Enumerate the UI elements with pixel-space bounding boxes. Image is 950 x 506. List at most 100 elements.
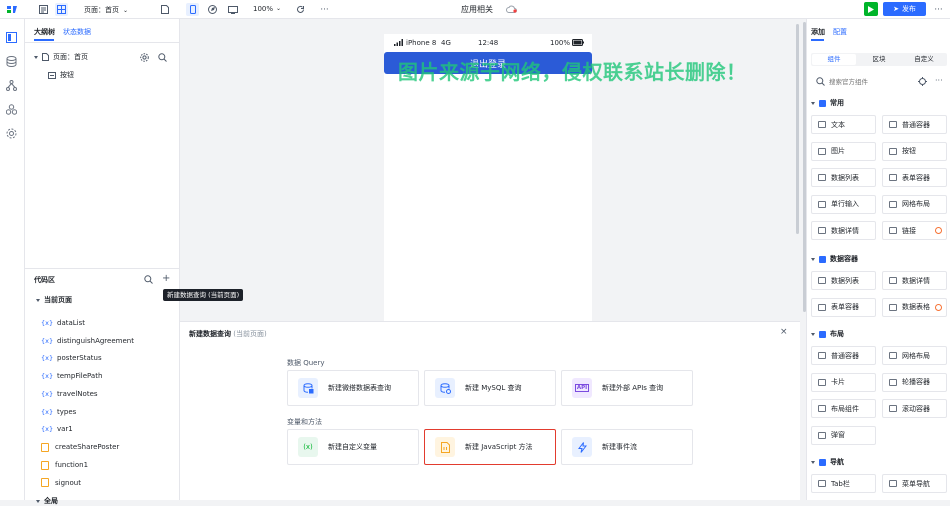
section-header[interactable]: 布局	[811, 329, 844, 339]
component-item[interactable]: 菜单导航	[882, 474, 947, 493]
layout-icon[interactable]	[55, 3, 68, 16]
component-label: 网格布局	[902, 351, 930, 360]
refresh-icon[interactable]	[294, 3, 307, 16]
segment-blocks[interactable]: 区块	[857, 54, 901, 65]
code-variable-item[interactable]: {x} distinguishAgreement	[41, 337, 134, 345]
component-item[interactable]: Tab栏	[811, 474, 876, 493]
code-function-item[interactable]: function1	[41, 460, 88, 470]
add-icon[interactable]: +	[162, 274, 170, 284]
new-custom-variable-card[interactable]: (x) 新建自定义变量	[287, 429, 419, 465]
outline-icon[interactable]	[37, 3, 50, 16]
component-item[interactable]: 数据列表	[811, 271, 876, 290]
tree-page-label: 页面：首页	[53, 53, 88, 61]
tree-item-page[interactable]: 页面：首页	[34, 52, 88, 62]
close-icon[interactable]: ×	[780, 327, 788, 337]
component-item[interactable]: 数据表格	[882, 297, 947, 317]
component-item[interactable]: 图片	[811, 141, 876, 161]
component-item[interactable]: 数据列表	[811, 168, 876, 187]
tab-outline-tree[interactable]: 大纲树	[34, 27, 55, 37]
component-item[interactable]: 数据详情	[882, 271, 947, 290]
more-options-icon[interactable]: ···	[932, 3, 945, 16]
variable-icon: {x}	[41, 319, 54, 327]
variable-icon: {x}	[41, 354, 54, 363]
new-event-flow-card[interactable]: 新建事件流	[561, 429, 693, 465]
flow-icon[interactable]	[6, 80, 19, 93]
chevron-down-icon: ⌄	[123, 6, 129, 14]
database-icon[interactable]	[6, 56, 19, 69]
divider	[25, 42, 180, 43]
global-group[interactable]: 全局	[36, 496, 58, 506]
api-icon: API	[572, 378, 592, 398]
component-label: 图片	[831, 147, 845, 155]
code-function-item[interactable]: createSharePoster	[41, 442, 119, 452]
file-icon[interactable]	[158, 3, 171, 16]
tree-item-button[interactable]: 按钮	[48, 70, 74, 80]
search-icon[interactable]	[158, 53, 167, 62]
component-search-input[interactable]	[829, 76, 914, 87]
canvas-scrollbar[interactable]	[796, 24, 799, 234]
more-icon[interactable]: ···	[318, 3, 331, 16]
segment-custom[interactable]: 自定义	[902, 54, 946, 65]
section-header[interactable]: 数据容器	[811, 254, 858, 264]
component-item[interactable]: 按钮	[882, 141, 947, 161]
code-item-label: types	[57, 407, 77, 416]
new-weda-table-query-card[interactable]: 新建微搭数据表查询	[287, 370, 419, 406]
section-header[interactable]: 导航	[811, 457, 844, 467]
code-variable-item[interactable]: {x} tempFilePath	[41, 372, 102, 380]
component-item[interactable]: 网格布局	[882, 346, 947, 365]
component-item[interactable]: 轮播容器	[882, 372, 947, 392]
component-item[interactable]: 普通容器	[811, 346, 876, 365]
code-variable-item[interactable]: {x} travelNotes	[41, 390, 98, 398]
code-variable-item[interactable]: {x} posterStatus	[41, 354, 102, 362]
preview-button[interactable]	[864, 2, 878, 16]
new-external-api-query-card[interactable]: API 新建外部 APIs 查询	[561, 370, 693, 406]
variable-icon: {x}	[41, 407, 54, 416]
component-item[interactable]: 布局组件	[811, 399, 876, 418]
page-selector[interactable]: 页面：首页 ⌄	[84, 5, 128, 15]
tab-add[interactable]: 添加	[811, 27, 825, 37]
code-item-label: distinguishAgreement	[57, 336, 134, 345]
zoom-selector[interactable]: 100% ⌄	[253, 5, 281, 13]
mobile-device-icon[interactable]	[186, 3, 199, 16]
right-panel-scrollbar[interactable]	[803, 22, 806, 312]
component-item[interactable]: 表单容器	[882, 168, 947, 187]
new-mysql-query-card[interactable]: 新建 MySQL 查询	[424, 370, 556, 406]
outline-icon[interactable]	[6, 32, 19, 45]
component-item[interactable]: 卡片	[811, 372, 876, 392]
code-item-label: signout	[55, 478, 81, 487]
component-icon	[818, 303, 826, 311]
code-variable-item[interactable]: {x} dataList	[41, 319, 85, 327]
segment-components[interactable]: 组件	[812, 54, 856, 65]
component-item[interactable]: 滚动容器	[882, 399, 947, 418]
code-variable-item[interactable]: {x} types	[41, 408, 76, 416]
component-item[interactable]: 弹窗	[811, 425, 876, 445]
settings-icon[interactable]	[140, 53, 149, 62]
component-label: 数据列表	[831, 276, 859, 285]
tablet-icon[interactable]	[226, 3, 239, 16]
more-icon[interactable]: ···	[935, 76, 943, 85]
settings-icon[interactable]	[6, 128, 19, 141]
component-item[interactable]: 文本	[811, 115, 876, 134]
compass-icon[interactable]	[206, 3, 219, 16]
component-item[interactable]: 普通容器	[882, 115, 947, 134]
target-icon[interactable]	[918, 77, 927, 86]
left-panel: 大纲树 状态数据 页面：首页 按钮 代码区 + 当前页面 {x} dataList…	[25, 19, 180, 505]
component-item[interactable]: 单行输入	[811, 194, 876, 214]
component-item[interactable]: 表单容器	[811, 297, 876, 317]
tab-config[interactable]: 配置	[833, 27, 847, 37]
component-label: 滚动容器	[902, 404, 930, 413]
component-item[interactable]: 链接	[882, 221, 947, 240]
variable-icon: (x)	[298, 437, 318, 457]
component-item[interactable]: 网格布局	[882, 194, 947, 214]
search-icon[interactable]	[144, 275, 153, 284]
components-icon[interactable]	[6, 104, 19, 117]
new-javascript-method-card[interactable]: 新建 JavaScript 方法	[424, 429, 556, 465]
section-header[interactable]: 常用	[811, 98, 844, 108]
caret-down-icon	[811, 257, 815, 261]
component-item[interactable]: 数据详情	[811, 221, 876, 240]
code-variable-item[interactable]: {x} var1	[41, 425, 73, 433]
code-function-item[interactable]: signout	[41, 478, 81, 488]
publish-button[interactable]: ➤ 发布	[883, 2, 926, 16]
current-page-group[interactable]: 当前页面	[36, 295, 72, 305]
tab-state-data[interactable]: 状态数据	[63, 27, 91, 37]
